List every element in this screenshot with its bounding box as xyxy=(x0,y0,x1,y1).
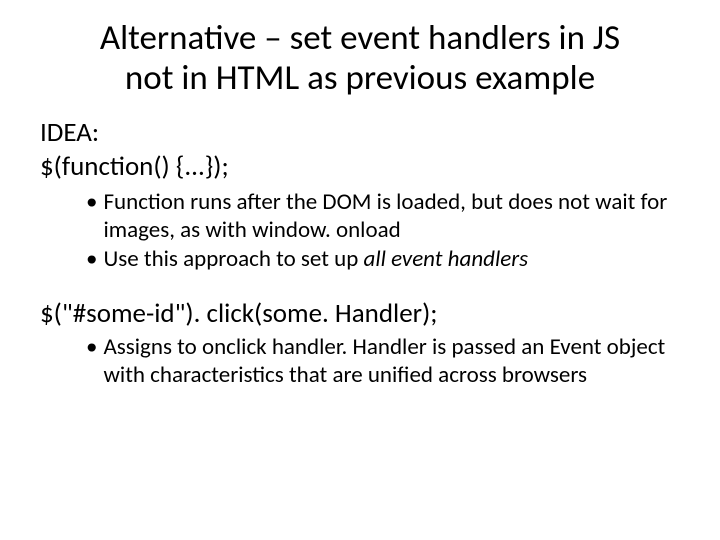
bullet-text: Assigns to onclick handler. Handler is p… xyxy=(103,334,680,389)
list-item: • Assigns to onclick handler. Handler is… xyxy=(86,334,680,389)
bullet-icon: • xyxy=(86,246,103,274)
title-line-1: Alternative – set event handlers in JS xyxy=(100,17,620,59)
click-block: $("#some-id"). click(some. Handler); • A… xyxy=(40,298,680,390)
bullet-text-em: all event handlers xyxy=(364,245,529,273)
bullet-text: Function runs after the DOM is loaded, b… xyxy=(103,189,680,244)
idea-bullet-list: • Function runs after the DOM is loaded,… xyxy=(40,189,680,274)
bullet-text: Use this approach to set up all event ha… xyxy=(103,246,680,274)
slide-title: Alternative – set event handlers in JS n… xyxy=(40,18,680,99)
list-item: • Function runs after the DOM is loaded,… xyxy=(86,189,680,244)
idea-code: $(function() {...}); xyxy=(40,151,680,183)
click-code: $("#some-id"). click(some. Handler); xyxy=(40,298,680,330)
bullet-icon: • xyxy=(86,189,103,244)
idea-block: IDEA: $(function() {...}); • Function ru… xyxy=(40,117,680,275)
title-line-2: not in HTML as previous example xyxy=(125,57,595,99)
idea-label: IDEA: xyxy=(40,117,680,149)
click-bullet-list: • Assigns to onclick handler. Handler is… xyxy=(40,334,680,389)
slide: Alternative – set event handlers in JS n… xyxy=(0,0,720,540)
bullet-text-pre: Use this approach to set up xyxy=(103,245,363,273)
list-item: • Use this approach to set up all event … xyxy=(86,246,680,274)
bullet-icon: • xyxy=(86,334,103,389)
